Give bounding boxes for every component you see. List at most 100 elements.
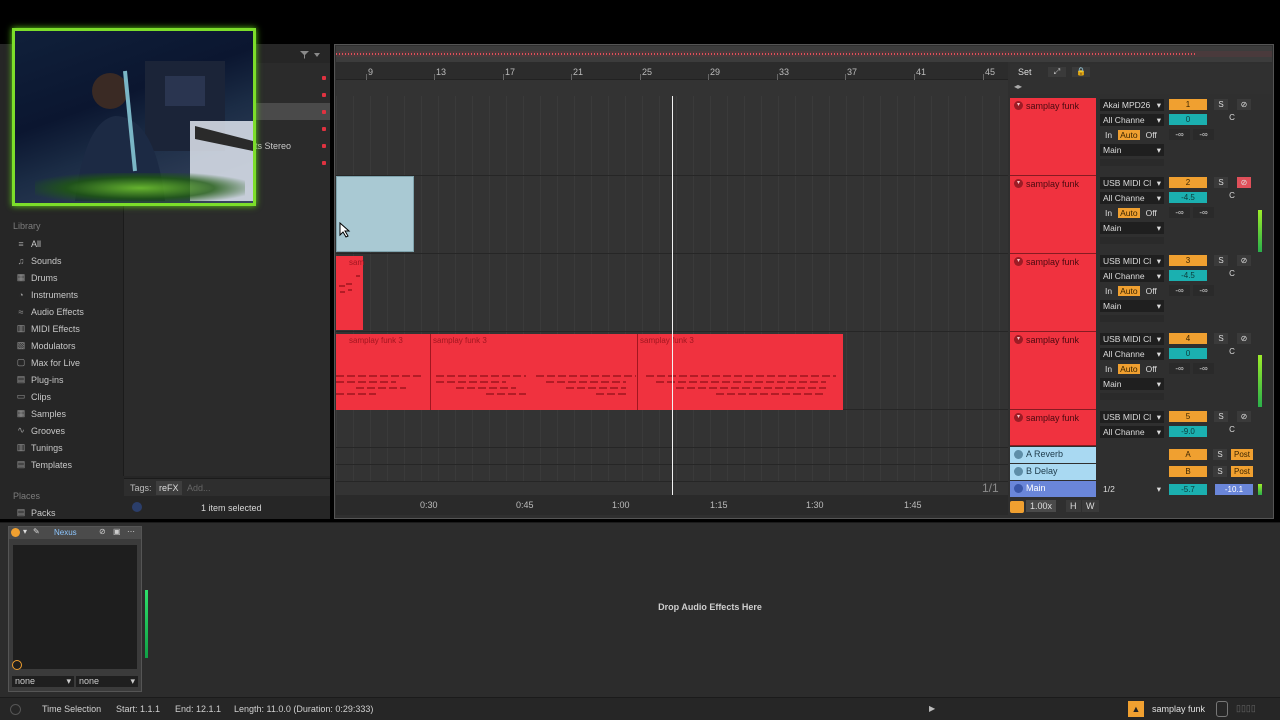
library-item-templates[interactable]: ▤ Templates xyxy=(16,456,121,473)
track-output-sub[interactable] xyxy=(1100,237,1164,244)
track-name[interactable]: samplay funk xyxy=(1026,413,1079,423)
send-knob[interactable]: -∞ xyxy=(1193,129,1214,140)
expand-icon[interactable]: ⤢ xyxy=(1048,67,1066,77)
arm-icon[interactable]: ⊘ xyxy=(1237,333,1251,344)
solo-button[interactable]: S xyxy=(1213,466,1227,477)
device-name[interactable]: Nexus xyxy=(54,528,77,537)
track-channel-select[interactable]: All Channe ▾ xyxy=(1100,270,1164,282)
monitor-in-button[interactable]: In xyxy=(1103,208,1114,218)
monitor-in-button[interactable]: In xyxy=(1103,364,1114,374)
monitor-off-button[interactable]: Off xyxy=(1144,364,1159,374)
library-item-max-for-live[interactable]: ▢ Max for Live xyxy=(16,354,121,371)
track-channel-select[interactable]: All Channe ▾ xyxy=(1100,426,1164,438)
filter-icon[interactable] xyxy=(298,50,322,60)
track-name[interactable]: samplay funk xyxy=(1026,179,1079,189)
track-header[interactable]: ▾ samplay funk xyxy=(1010,332,1096,410)
track-channel-select[interactable]: All Channe ▾ xyxy=(1100,192,1164,204)
arm-icon[interactable]: ⊘ xyxy=(1237,177,1251,188)
power-icon[interactable] xyxy=(11,528,20,537)
solo-button[interactable]: S xyxy=(1214,255,1228,266)
nav-arrows-icon[interactable]: ◂▸ xyxy=(1014,82,1022,91)
monitor-auto-button[interactable]: Auto xyxy=(1118,130,1140,140)
main-volume[interactable]: -5.7 xyxy=(1169,484,1207,495)
track-pan[interactable]: C xyxy=(1225,269,1239,278)
warning-icon[interactable]: ▲ xyxy=(1128,701,1144,717)
tag-add-input[interactable]: Add... xyxy=(187,483,211,493)
follow-icon[interactable] xyxy=(1010,501,1024,513)
track-output-sub[interactable] xyxy=(1100,159,1164,166)
monitor-in-button[interactable]: In xyxy=(1103,286,1114,296)
monitor-auto-button[interactable]: Auto xyxy=(1118,208,1140,218)
return-letter[interactable]: A xyxy=(1169,449,1207,460)
track-output-select[interactable]: Main ▾ xyxy=(1100,144,1164,156)
midi-from-select[interactable]: none ▾ xyxy=(12,676,74,687)
save-icon[interactable]: ▣ xyxy=(113,527,121,536)
arm-icon[interactable]: ⊘ xyxy=(1237,255,1251,266)
arrangement-overview[interactable] xyxy=(336,46,1272,62)
library-item-audio-effects[interactable]: ≈ Audio Effects xyxy=(16,303,121,320)
library-item-instruments[interactable]: ◔ Instruments xyxy=(16,286,121,303)
place-item-packs[interactable]: ▤ Packs xyxy=(16,504,56,521)
track-pan[interactable]: C xyxy=(1225,347,1239,356)
track-name[interactable]: samplay funk xyxy=(1026,257,1079,267)
track-output-sub[interactable] xyxy=(1100,315,1164,322)
return-letter[interactable]: B xyxy=(1169,466,1207,477)
info-icon[interactable] xyxy=(132,502,142,512)
track-header[interactable]: ▾ samplay funk xyxy=(1010,254,1096,332)
solo-button[interactable]: S xyxy=(1214,411,1228,422)
track-name[interactable]: samplay funk xyxy=(1026,335,1079,345)
more-icon[interactable]: ⋯ xyxy=(127,527,135,536)
post-button[interactable]: Post xyxy=(1231,466,1253,477)
track-number[interactable]: 4 xyxy=(1169,333,1207,344)
main-routing-select[interactable]: 1/2 ▾ xyxy=(1100,483,1164,495)
library-item-drums[interactable]: ▦ Drums xyxy=(16,269,121,286)
send-knob[interactable]: -∞ xyxy=(1169,207,1190,218)
track-output-select[interactable]: Main ▾ xyxy=(1100,378,1164,390)
track-pan[interactable]: C xyxy=(1225,191,1239,200)
library-item-sounds[interactable]: ♫ Sounds xyxy=(16,252,121,269)
arm-icon[interactable]: ⊘ xyxy=(1237,411,1251,422)
send-knob[interactable]: -∞ xyxy=(1169,285,1190,296)
send-knob[interactable]: -∞ xyxy=(1193,363,1214,374)
track-fold-icon[interactable]: ▾ xyxy=(1014,257,1023,266)
solo-button[interactable]: S xyxy=(1214,99,1228,110)
track-volume[interactable]: -4.5 xyxy=(1169,270,1207,281)
track-number[interactable]: 3 xyxy=(1169,255,1207,266)
track-channel-select[interactable]: All Channe ▾ xyxy=(1100,348,1164,360)
track-fold-icon[interactable]: ▾ xyxy=(1014,101,1023,110)
track-input-select[interactable]: USB MIDI Cl ▾ xyxy=(1100,255,1164,267)
lock-icon[interactable]: 🔒 xyxy=(1072,67,1090,77)
info-toggle-icon[interactable] xyxy=(10,704,21,715)
monitor-off-button[interactable]: Off xyxy=(1144,286,1159,296)
solo-button[interactable]: S xyxy=(1213,449,1227,460)
library-item-plug-ins[interactable]: ▤ Plug-ins xyxy=(16,371,121,388)
track-number[interactable]: 2 xyxy=(1169,177,1207,188)
monitor-off-button[interactable]: Off xyxy=(1144,208,1159,218)
library-item-midi-effects[interactable]: ▥ MIDI Effects xyxy=(16,320,121,337)
track-fold-icon[interactable]: ▾ xyxy=(1014,335,1023,344)
monitor-off-button[interactable]: Off xyxy=(1144,130,1159,140)
midi-clip[interactable]: sam xyxy=(336,256,364,330)
track-channel-select[interactable]: All Channe ▾ xyxy=(1100,114,1164,126)
send-knob[interactable]: -∞ xyxy=(1193,285,1214,296)
track-header[interactable]: ▾ samplay funk xyxy=(1010,410,1096,446)
track-volume[interactable]: -4.5 xyxy=(1169,192,1207,203)
return-track-header[interactable]: B Delay xyxy=(1010,464,1096,480)
tag-chip[interactable]: reFX xyxy=(156,481,182,495)
main-track-header[interactable]: Main xyxy=(1010,481,1096,497)
midi-clip-long[interactable]: samplay funk 3 samplay funk 3 samplay fu… xyxy=(336,334,843,410)
track-output-sub[interactable] xyxy=(1100,393,1164,400)
plugin-edit-icon[interactable]: ⊘ xyxy=(99,527,106,536)
track-fold-icon[interactable] xyxy=(1014,484,1023,493)
library-item-modulators[interactable]: ▧ Modulators xyxy=(16,337,121,354)
monitor-auto-button[interactable]: Auto xyxy=(1118,286,1140,296)
monitor-auto-button[interactable]: Auto xyxy=(1118,364,1140,374)
send-knob[interactable]: -∞ xyxy=(1193,207,1214,218)
post-button[interactable]: Post xyxy=(1231,449,1253,460)
library-item-samples[interactable]: ▦ Samples xyxy=(16,405,121,422)
track-fold-icon[interactable]: ▾ xyxy=(1014,413,1023,422)
library-item-tunings[interactable]: ▥ Tunings xyxy=(16,439,121,456)
return-name[interactable]: B Delay xyxy=(1026,466,1058,476)
library-item-clips[interactable]: ▭ Clips xyxy=(16,388,121,405)
monitor-in-button[interactable]: In xyxy=(1103,130,1114,140)
